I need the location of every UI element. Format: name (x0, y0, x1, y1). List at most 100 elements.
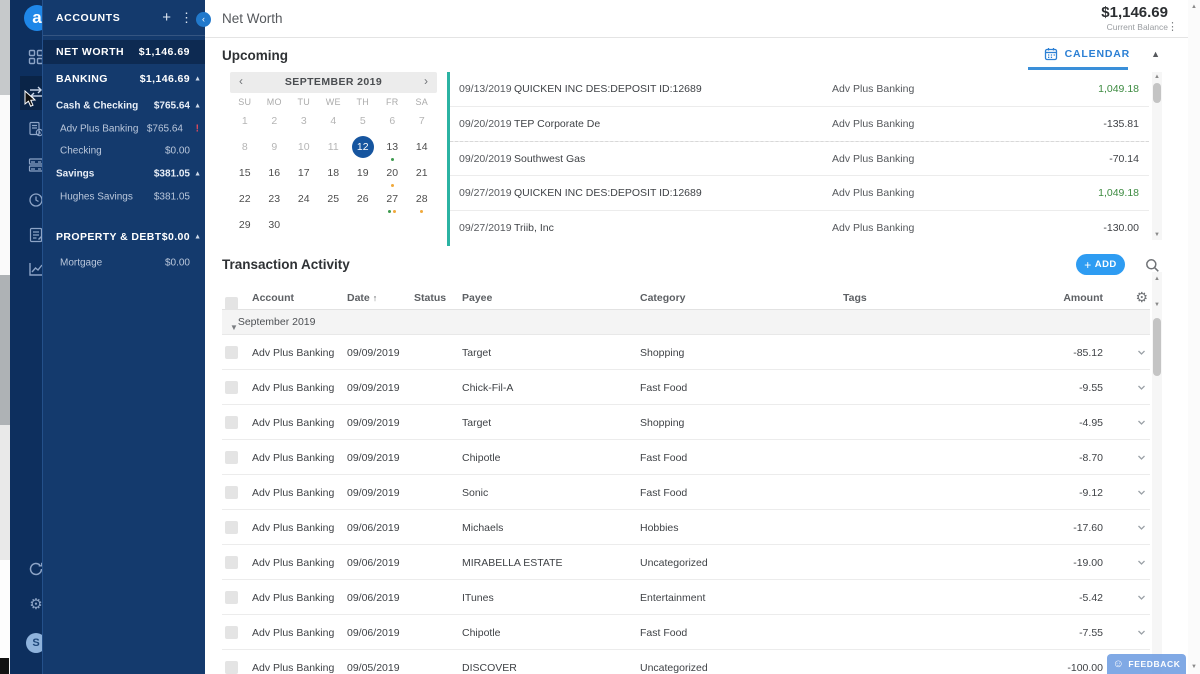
row-checkbox[interactable] (225, 521, 238, 534)
upcoming-row[interactable]: 09/20/2019 TEP Corporate De Adv Plus Ban… (450, 107, 1149, 142)
account-row[interactable]: Savings $381.05 ! ▲ (43, 162, 205, 186)
scroll-down-icon[interactable]: ▼ (1152, 300, 1162, 310)
col-status[interactable]: Status (414, 292, 446, 304)
calendar-day[interactable]: 24 (289, 187, 319, 213)
scroll-up-icon[interactable]: ▲ (1152, 274, 1162, 284)
account-row[interactable]: PROPERTY & DEBT $0.00 ! ▲ (43, 222, 205, 252)
calendar-day[interactable]: 22 (230, 187, 260, 213)
transaction-row[interactable]: Adv Plus Banking 09/05/2019 DISCOVER Unc… (222, 650, 1150, 674)
calendar-day[interactable]: 14 (407, 135, 437, 161)
collapse-chevron-icon[interactable]: ▲ (194, 103, 201, 110)
transactions-scrollbar[interactable]: ▲ ▼ (1152, 272, 1162, 674)
calendar-day[interactable]: 27 (378, 187, 408, 213)
calendar-day[interactable]: 29 (230, 213, 260, 239)
transaction-row[interactable]: Adv Plus Banking 09/06/2019 Chipotle Fas… (222, 615, 1150, 650)
calendar-day[interactable]: 11 (319, 135, 349, 161)
upcoming-row[interactable]: 09/13/2019 QUICKEN INC DES:DEPOSIT ID:12… (450, 72, 1149, 107)
transaction-row[interactable]: Adv Plus Banking 09/09/2019 Chick-Fil-A … (222, 370, 1150, 405)
page-scrollbar[interactable]: ▲ ▼ (1188, 0, 1200, 674)
calendar-day[interactable]: 23 (260, 187, 290, 213)
upcoming-row[interactable]: 09/27/2019 Triib, Inc Adv Plus Banking -… (450, 211, 1149, 246)
calendar-day[interactable]: 30 (260, 213, 290, 239)
col-date[interactable]: Date ↑ (347, 292, 377, 304)
calendar-day[interactable]: 21 (407, 161, 437, 187)
calendar-day[interactable]: 3 (289, 109, 319, 135)
calendar-next-icon[interactable]: › (424, 74, 428, 88)
calendar-day[interactable]: 19 (348, 161, 378, 187)
col-payee[interactable]: Payee (462, 292, 492, 304)
row-checkbox[interactable] (225, 381, 238, 394)
add-account-icon[interactable]: + (162, 9, 171, 26)
calendar-day[interactable]: 9 (260, 135, 290, 161)
col-amount[interactable]: Amount (1063, 292, 1103, 304)
calendar-day[interactable]: 7 (407, 109, 437, 135)
add-transaction-button[interactable]: + ADD (1076, 254, 1125, 275)
scrollbar-thumb[interactable] (1153, 83, 1161, 103)
account-row[interactable]: Cash & Checking $765.64 ! ▲ (43, 94, 205, 118)
table-settings-icon[interactable]: ⚙ (1135, 290, 1148, 304)
row-expand-icon[interactable] (1136, 520, 1147, 538)
calendar-day[interactable]: 16 (260, 161, 290, 187)
feedback-button[interactable]: ☺ FEEDBACK (1107, 654, 1186, 674)
col-tags[interactable]: Tags (843, 292, 867, 304)
transaction-row[interactable]: Adv Plus Banking 09/09/2019 Chipotle Fas… (222, 440, 1150, 475)
calendar-day[interactable]: 26 (348, 187, 378, 213)
calendar-day[interactable]: 15 (230, 161, 260, 187)
calendar-day[interactable]: 20 (378, 161, 408, 187)
calendar-day[interactable]: 18 (319, 161, 349, 187)
row-expand-icon[interactable] (1136, 415, 1147, 433)
calendar-day[interactable]: 17 (289, 161, 319, 187)
upcoming-row[interactable]: 09/27/2019 QUICKEN INC DES:DEPOSIT ID:12… (450, 176, 1149, 211)
calendar-day[interactable]: 13 (378, 135, 408, 161)
sidebar-collapse-button[interactable]: ‹ (196, 12, 211, 27)
transaction-row[interactable]: Adv Plus Banking 09/06/2019 Michaels Hob… (222, 510, 1150, 545)
upcoming-collapse-icon[interactable]: ▲ (1151, 49, 1160, 59)
calendar-day[interactable]: 5 (348, 109, 378, 135)
account-row[interactable]: BANKING $1,146.69 ! ▲ (43, 64, 205, 94)
accounts-menu-icon[interactable]: ⋮ (180, 10, 193, 26)
row-checkbox[interactable] (225, 346, 238, 359)
transaction-row[interactable]: Adv Plus Banking 09/09/2019 Target Shopp… (222, 335, 1150, 370)
row-expand-icon[interactable] (1136, 485, 1147, 503)
collapse-chevron-icon[interactable]: ▲ (194, 234, 201, 241)
row-checkbox[interactable] (225, 626, 238, 639)
calendar-day[interactable]: 8 (230, 135, 260, 161)
row-expand-icon[interactable] (1136, 345, 1147, 363)
transaction-row[interactable]: Adv Plus Banking 09/06/2019 MIRABELLA ES… (222, 545, 1150, 580)
tab-calendar[interactable]: CALENDAR (1044, 47, 1130, 61)
account-row[interactable]: Hughes Savings $381.05 ! ▲ (43, 186, 205, 208)
row-expand-icon[interactable] (1136, 625, 1147, 643)
row-checkbox[interactable] (225, 416, 238, 429)
account-row[interactable]: NET WORTH $1,146.69 ! ▲ (43, 40, 205, 64)
transaction-row[interactable]: Adv Plus Banking 09/09/2019 Target Shopp… (222, 405, 1150, 440)
calendar-day[interactable]: 4 (319, 109, 349, 135)
calendar-day[interactable]: 28 (407, 187, 437, 213)
balance-menu-icon[interactable]: ⋮ (1167, 20, 1178, 33)
collapse-chevron-icon[interactable]: ▲ (194, 171, 201, 178)
account-row[interactable]: Mortgage $0.00 ! ▲ (43, 252, 205, 274)
upcoming-scrollbar[interactable]: ▲ ▼ (1152, 72, 1162, 240)
row-expand-icon[interactable] (1136, 590, 1147, 608)
col-account[interactable]: Account (252, 292, 294, 304)
row-checkbox[interactable] (225, 556, 238, 569)
row-expand-icon[interactable] (1136, 555, 1147, 573)
scroll-down-icon[interactable]: ▼ (1152, 230, 1162, 240)
calendar-day[interactable]: 25 (319, 187, 349, 213)
row-checkbox[interactable] (225, 486, 238, 499)
calendar-day[interactable]: 1 (230, 109, 260, 135)
row-expand-icon[interactable] (1136, 450, 1147, 468)
transactions-group-row[interactable]: ▼ September 2019 (222, 310, 1150, 335)
select-all-checkbox[interactable] (225, 297, 238, 310)
scrollbar-thumb[interactable] (1153, 318, 1161, 376)
scroll-up-icon[interactable]: ▲ (1189, 2, 1199, 12)
row-checkbox[interactable] (225, 591, 238, 604)
collapse-chevron-icon[interactable]: ▲ (194, 76, 201, 83)
calendar-day[interactable]: 6 (378, 109, 408, 135)
transaction-row[interactable]: Adv Plus Banking 09/06/2019 ITunes Enter… (222, 580, 1150, 615)
row-checkbox[interactable] (225, 661, 238, 674)
account-row[interactable]: Adv Plus Banking $765.64 ! ▲ (43, 118, 205, 140)
scroll-up-icon[interactable]: ▲ (1152, 72, 1162, 82)
account-row[interactable]: Checking $0.00 ! ▲ (43, 140, 205, 162)
upcoming-row[interactable]: 09/20/2019 Southwest Gas Adv Plus Bankin… (450, 141, 1149, 176)
calendar-day[interactable]: 12 (348, 135, 378, 161)
